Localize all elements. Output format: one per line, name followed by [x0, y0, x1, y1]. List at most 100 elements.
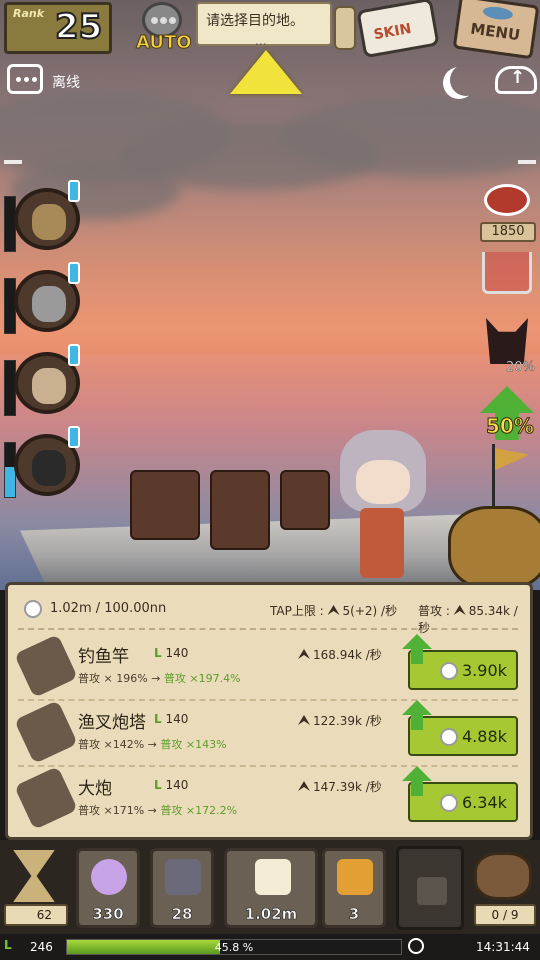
auto-label: AUTO — [136, 32, 193, 54]
upgrade-row: 大炮 L 140 普攻 ×171% → 普攻 ×172.2% 147.39k /… — [14, 766, 524, 832]
rank-badge[interactable]: Rank 25 — [4, 2, 112, 54]
chat-icon[interactable] — [7, 64, 43, 94]
xp-percent: 45.8 % — [214, 941, 254, 954]
upgrade-row: 渔叉炮塔 L 140 普攻 ×142% → 普攻 ×143% 122.39k /… — [14, 700, 524, 766]
weapon-icon — [14, 766, 78, 830]
up-arrow-icon — [402, 634, 432, 664]
upgrade-cost: 4.88k — [462, 727, 507, 746]
clock-time: 14:31:44 — [476, 940, 530, 954]
wing-icon — [327, 605, 340, 615]
upgrade-dps: 147.39k /秒 — [298, 778, 382, 795]
status-bar: L 246 45.8 % 14:31:44 — [0, 934, 540, 960]
wing-icon — [298, 781, 310, 791]
hero-slot[interactable] — [4, 180, 84, 254]
amber-icon — [337, 859, 373, 895]
inventory-slot-coin[interactable]: 1.02m — [224, 848, 318, 928]
upgrade-name: 渔叉炮塔 — [78, 713, 146, 733]
level-icon: L — [4, 938, 12, 952]
twin-gun — [280, 470, 330, 530]
fish-icon — [482, 5, 514, 22]
lock-icon — [417, 877, 447, 905]
scroll-icon[interactable] — [334, 6, 356, 50]
wing-icon — [453, 605, 466, 615]
player-level: 246 — [30, 940, 53, 954]
bag-icon[interactable] — [474, 852, 532, 900]
up-arrow-icon — [402, 766, 432, 796]
skin-label: SKIN — [372, 20, 413, 44]
wing-icon — [298, 649, 310, 659]
divider — [18, 628, 518, 630]
coin-icon — [440, 662, 458, 680]
attack-rate: 普攻 : 85.34k /秒 — [418, 604, 518, 635]
auto-button[interactable]: AUTO — [130, 2, 194, 54]
cannon — [210, 470, 270, 550]
menu-label: MENU — [469, 19, 522, 45]
weapon-icon — [14, 700, 78, 764]
upgrade-name: 钓鱼竿 — [78, 647, 129, 667]
inventory-slot-shield[interactable]: 28 — [150, 848, 214, 928]
divider — [4, 160, 22, 164]
inventory-slot-orb[interactable]: 330 — [76, 848, 140, 928]
rank-value: 25 — [54, 6, 103, 48]
upgrade-bonus: 普攻 × 196% → 普攻 ×197.4% — [78, 672, 241, 685]
tap-limit: TAP上限 : 5(+2) /秒 — [270, 604, 398, 618]
buy-upgrade-button[interactable]: 4.88k — [402, 700, 518, 756]
boost-label: 50% — [486, 414, 535, 439]
meat-count: 1850 — [480, 222, 536, 242]
upgrade-level: L 140 — [154, 646, 189, 660]
alert-icon — [68, 344, 80, 366]
upgrade-bonus: 普攻 ×171% → 普攻 ×172.2% — [78, 804, 238, 817]
shield-icon — [165, 859, 201, 895]
inventory-count: 3 — [348, 905, 360, 924]
demon-percent: 20% — [506, 360, 535, 375]
alert-icon — [68, 262, 80, 284]
destination-text: 请选择目的地。 — [206, 13, 304, 29]
wing-icon — [298, 715, 310, 725]
buy-upgrade-button[interactable]: 3.90k — [402, 634, 518, 690]
inventory-count: 330 — [92, 905, 124, 924]
inventory-count: 1.02m — [244, 905, 298, 924]
locked-slot[interactable] — [396, 846, 464, 930]
chat-status: 离线 — [52, 75, 80, 91]
coin-icon — [440, 728, 458, 746]
harpoon-turret — [130, 470, 200, 540]
upgrade-dps: 122.39k /秒 — [298, 712, 382, 729]
hero-slot[interactable] — [4, 262, 84, 336]
hourglass-count: 62 — [4, 904, 68, 926]
upgrade-bonus: 普攻 ×142% → 普攻 ×143% — [78, 738, 227, 751]
orb-icon — [91, 859, 127, 895]
alert-icon — [68, 426, 80, 448]
divider — [18, 765, 518, 767]
coin-icon — [24, 600, 42, 618]
meat-icon[interactable] — [484, 184, 530, 216]
buy-upgrade-button[interactable]: 6.34k — [402, 766, 518, 822]
upgrade-level: L 140 — [154, 778, 189, 792]
destination-dots: ... — [255, 34, 267, 48]
hero-slot[interactable] — [4, 344, 84, 418]
upgrade-dps: 168.94k /秒 — [298, 646, 382, 663]
divider — [18, 699, 518, 701]
inventory-count: 28 — [171, 905, 193, 924]
hero-slot[interactable] — [4, 426, 84, 500]
weapon-icon — [14, 634, 78, 698]
coin-icon — [255, 859, 291, 895]
player-character — [340, 430, 426, 580]
panel-header: 1.02m / 100.00nn TAP上限 : 5(+2) /秒 普攻 : 8… — [20, 598, 520, 635]
upgrade-cost: 3.90k — [462, 661, 507, 680]
up-arrow-icon — [402, 700, 432, 730]
cloud-upload-icon[interactable] — [495, 66, 537, 94]
upgrade-level: L 140 — [154, 712, 189, 726]
coin-icon — [440, 794, 458, 812]
destination-arrow-icon[interactable] — [230, 50, 302, 94]
barrel — [448, 506, 540, 590]
alert-icon — [68, 180, 80, 202]
resource-text: 1.02m / 100.00nn — [50, 601, 167, 616]
shop-cart-icon[interactable] — [482, 252, 532, 294]
upgrade-cost: 6.34k — [462, 793, 507, 812]
divider — [518, 160, 536, 164]
moon-icon[interactable] — [450, 64, 482, 96]
inventory-slot-amber[interactable]: 3 — [322, 848, 386, 928]
xp-bar: 45.8 % — [66, 939, 402, 955]
flag-pole — [492, 444, 495, 514]
upgrade-name: 大炮 — [78, 779, 112, 799]
